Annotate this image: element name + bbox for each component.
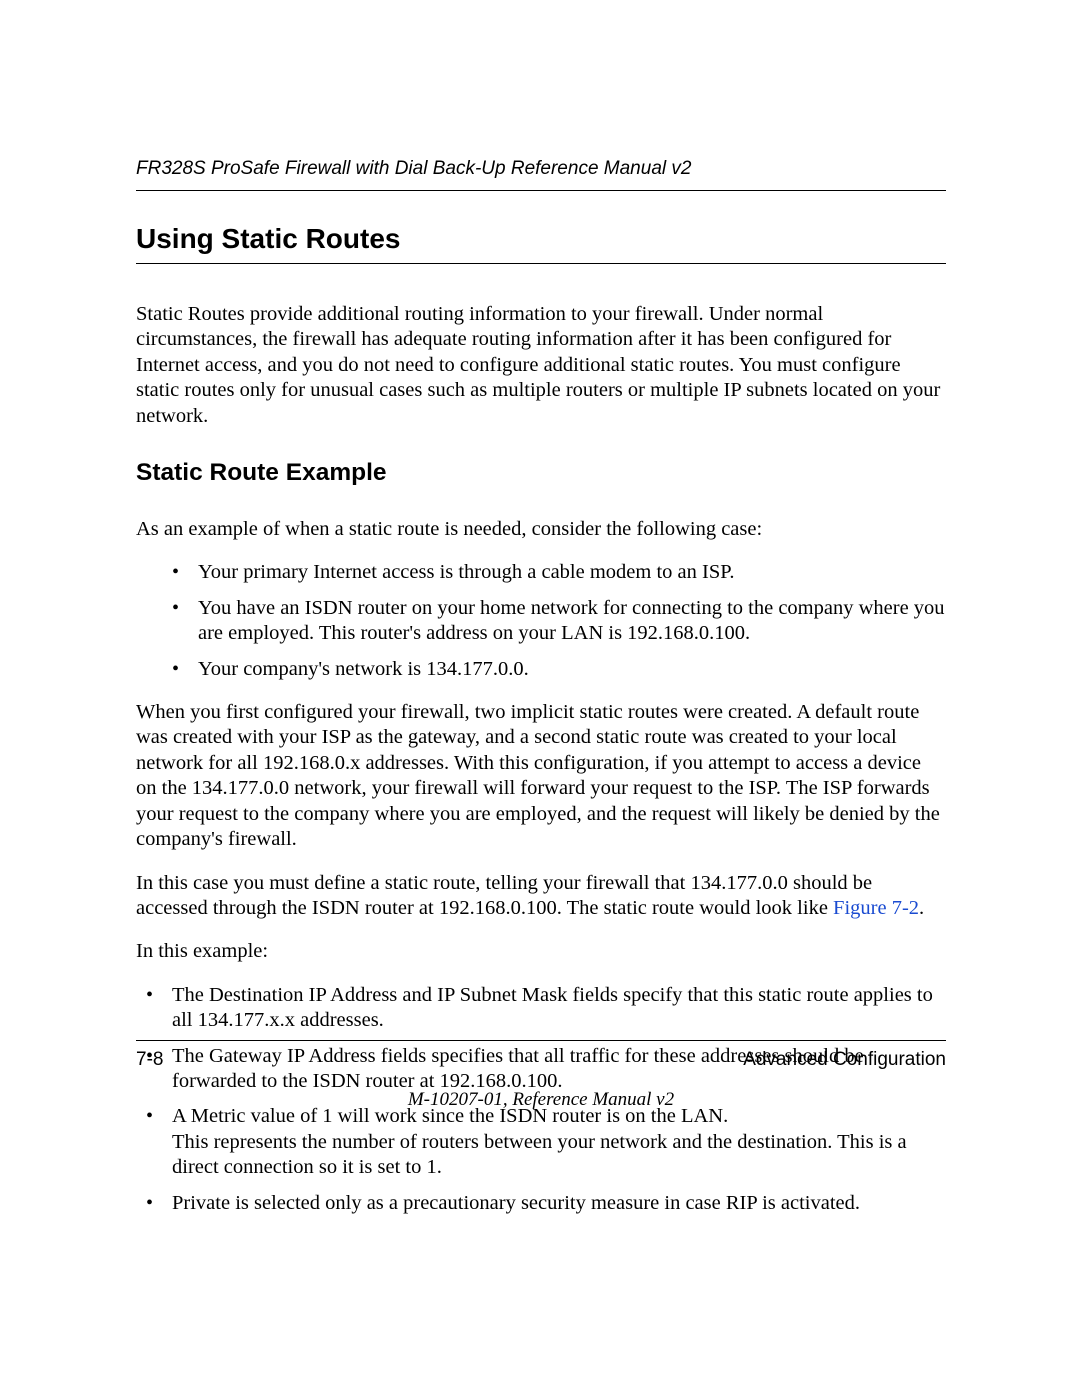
subsection-heading: Static Route Example [136,459,946,487]
body-paragraph: When you first configured your firewall,… [136,700,946,852]
intro-paragraph: Static Routes provide additional routing… [136,302,946,429]
document-id: M-10207-01, Reference Manual v2 [136,1089,946,1111]
page-footer: 7-8 Advanced Configuration M-10207-01, R… [136,1040,946,1111]
list-item: The Destination IP Address and IP Subnet… [136,983,946,1034]
running-header: FR328S ProSafe Firewall with Dial Back-U… [136,158,946,191]
list-item: You have an ISDN router on your home net… [136,596,946,647]
bullet-list-case: Your primary Internet access is through … [136,560,946,682]
page-number: 7-8 [136,1049,163,1071]
text-run: . [919,897,924,919]
lead-paragraph: As an example of when a static route is … [136,517,946,542]
chapter-title: Advanced Configuration [743,1049,946,1071]
body-paragraph-with-link: In this case you must define a static ro… [136,871,946,922]
list-item: Your primary Internet access is through … [136,560,946,585]
section-heading: Using Static Routes [136,223,946,264]
list-item: A Metric value of 1 will work since the … [136,1104,946,1180]
page-content: FR328S ProSafe Firewall with Dial Back-U… [0,0,1080,1216]
list-item: Private is selected only as a precaution… [136,1191,946,1216]
figure-reference-link[interactable]: Figure 7-2 [833,897,919,919]
body-paragraph: In this example: [136,939,946,964]
list-item: Your company's network is 134.177.0.0. [136,657,946,682]
text-run: In this case you must define a static ro… [136,872,872,919]
